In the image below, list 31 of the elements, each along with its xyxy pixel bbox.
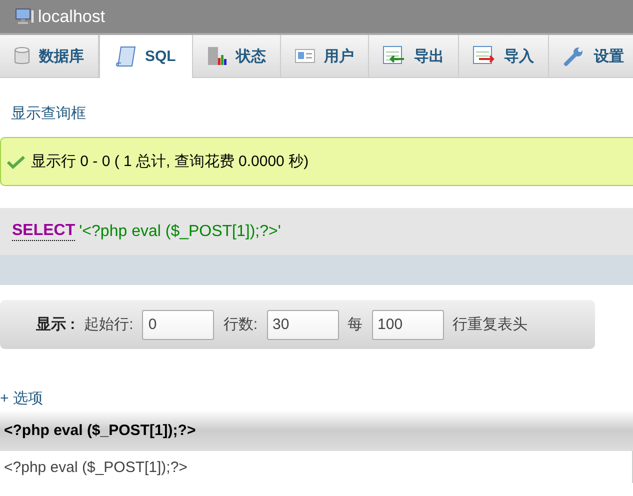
success-message: 显示行 0 - 0 ( 1 总计, 查询花费 0.0000 秒): [31, 152, 309, 171]
show-query-box-link[interactable]: 显示查询框: [11, 105, 86, 122]
number-field[interactable]: 0: [142, 310, 214, 340]
column-header[interactable]: <?php eval ($_POST[1]);?>: [0, 410, 632, 451]
database-icon: [14, 46, 30, 66]
navigation-label: 显示 :: [36, 315, 76, 334]
tab[interactable]: 用户: [280, 35, 369, 77]
tab[interactable]: 导入: [458, 35, 549, 77]
checkmark-icon: [7, 154, 25, 168]
window-title: localhost: [38, 6, 106, 26]
field-label: 行数:: [223, 315, 258, 334]
tab[interactable]: 数据库: [0, 35, 99, 77]
sql-string: '<?php eval ($_POST[1]);?>': [79, 222, 281, 240]
field-label: 行重复表头: [452, 315, 528, 334]
number-field[interactable]: 30: [266, 310, 339, 340]
scroll-icon: [116, 46, 136, 68]
tab[interactable]: SQL: [99, 35, 193, 78]
id-card-icon: [294, 49, 315, 63]
tab[interactable]: 导出: [368, 35, 459, 77]
import-icon: [472, 46, 495, 66]
tab[interactable]: 状态: [192, 35, 281, 77]
export-icon: [382, 46, 405, 66]
number-field[interactable]: 100: [372, 310, 444, 340]
field-label: 每: [348, 315, 363, 334]
table-cell: <?php eval ($_POST[1]);?>: [0, 451, 632, 483]
bar-chart-icon: [206, 46, 227, 66]
sql-keyword[interactable]: SELECT: [12, 222, 76, 241]
computer-icon: [15, 8, 35, 26]
field-label: 起始行:: [84, 315, 134, 334]
wrench-icon: [562, 45, 585, 67]
options-link[interactable]: + 选项: [0, 390, 43, 407]
